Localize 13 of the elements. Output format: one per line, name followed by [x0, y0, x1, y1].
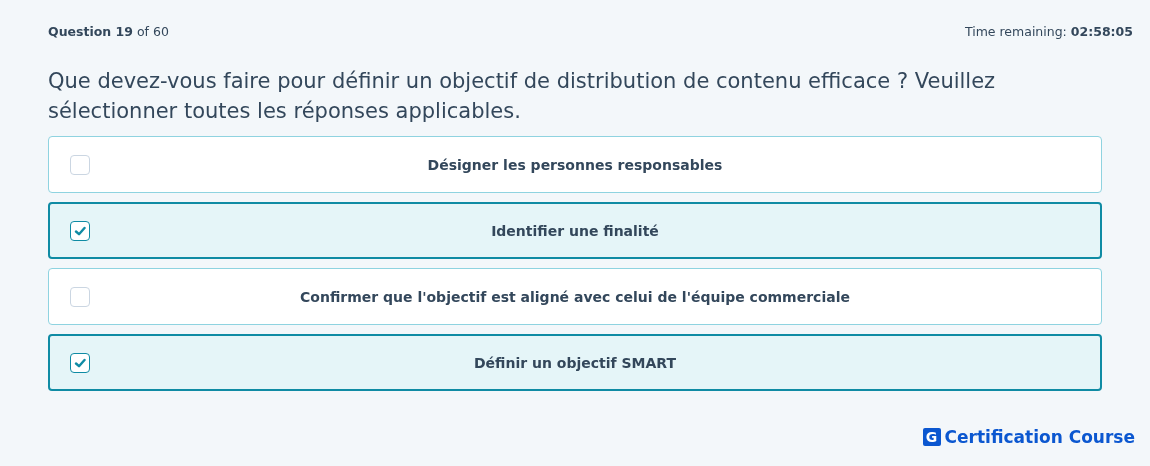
time-remaining: Time remaining: 02:58:05	[964, 24, 1133, 39]
checkbox[interactable]	[70, 220, 90, 241]
checkbox[interactable]	[70, 352, 90, 373]
answer-option[interactable]: Désigner les personnes responsables	[48, 136, 1102, 193]
brand-name: Certification Course	[944, 427, 1135, 447]
answer-option[interactable]: Identifier une finalité	[48, 202, 1102, 259]
checkmark-icon	[74, 224, 86, 237]
answer-option[interactable]: Définir un objectif SMART	[48, 334, 1102, 391]
checkmark-icon	[74, 356, 86, 369]
question-text: Que devez-vous faire pour définir un objectif de distribution de contenu efficace ? Veuillez sélectionner toutes les réponses applicables.	[48, 68, 997, 125]
answer-option[interactable]: Confirmer que l'objectif est aligné avec celui de l'équipe commerciale	[48, 268, 1102, 325]
question-counter: Question 19 of 60	[48, 24, 169, 39]
logo-icon: G	[922, 428, 941, 446]
